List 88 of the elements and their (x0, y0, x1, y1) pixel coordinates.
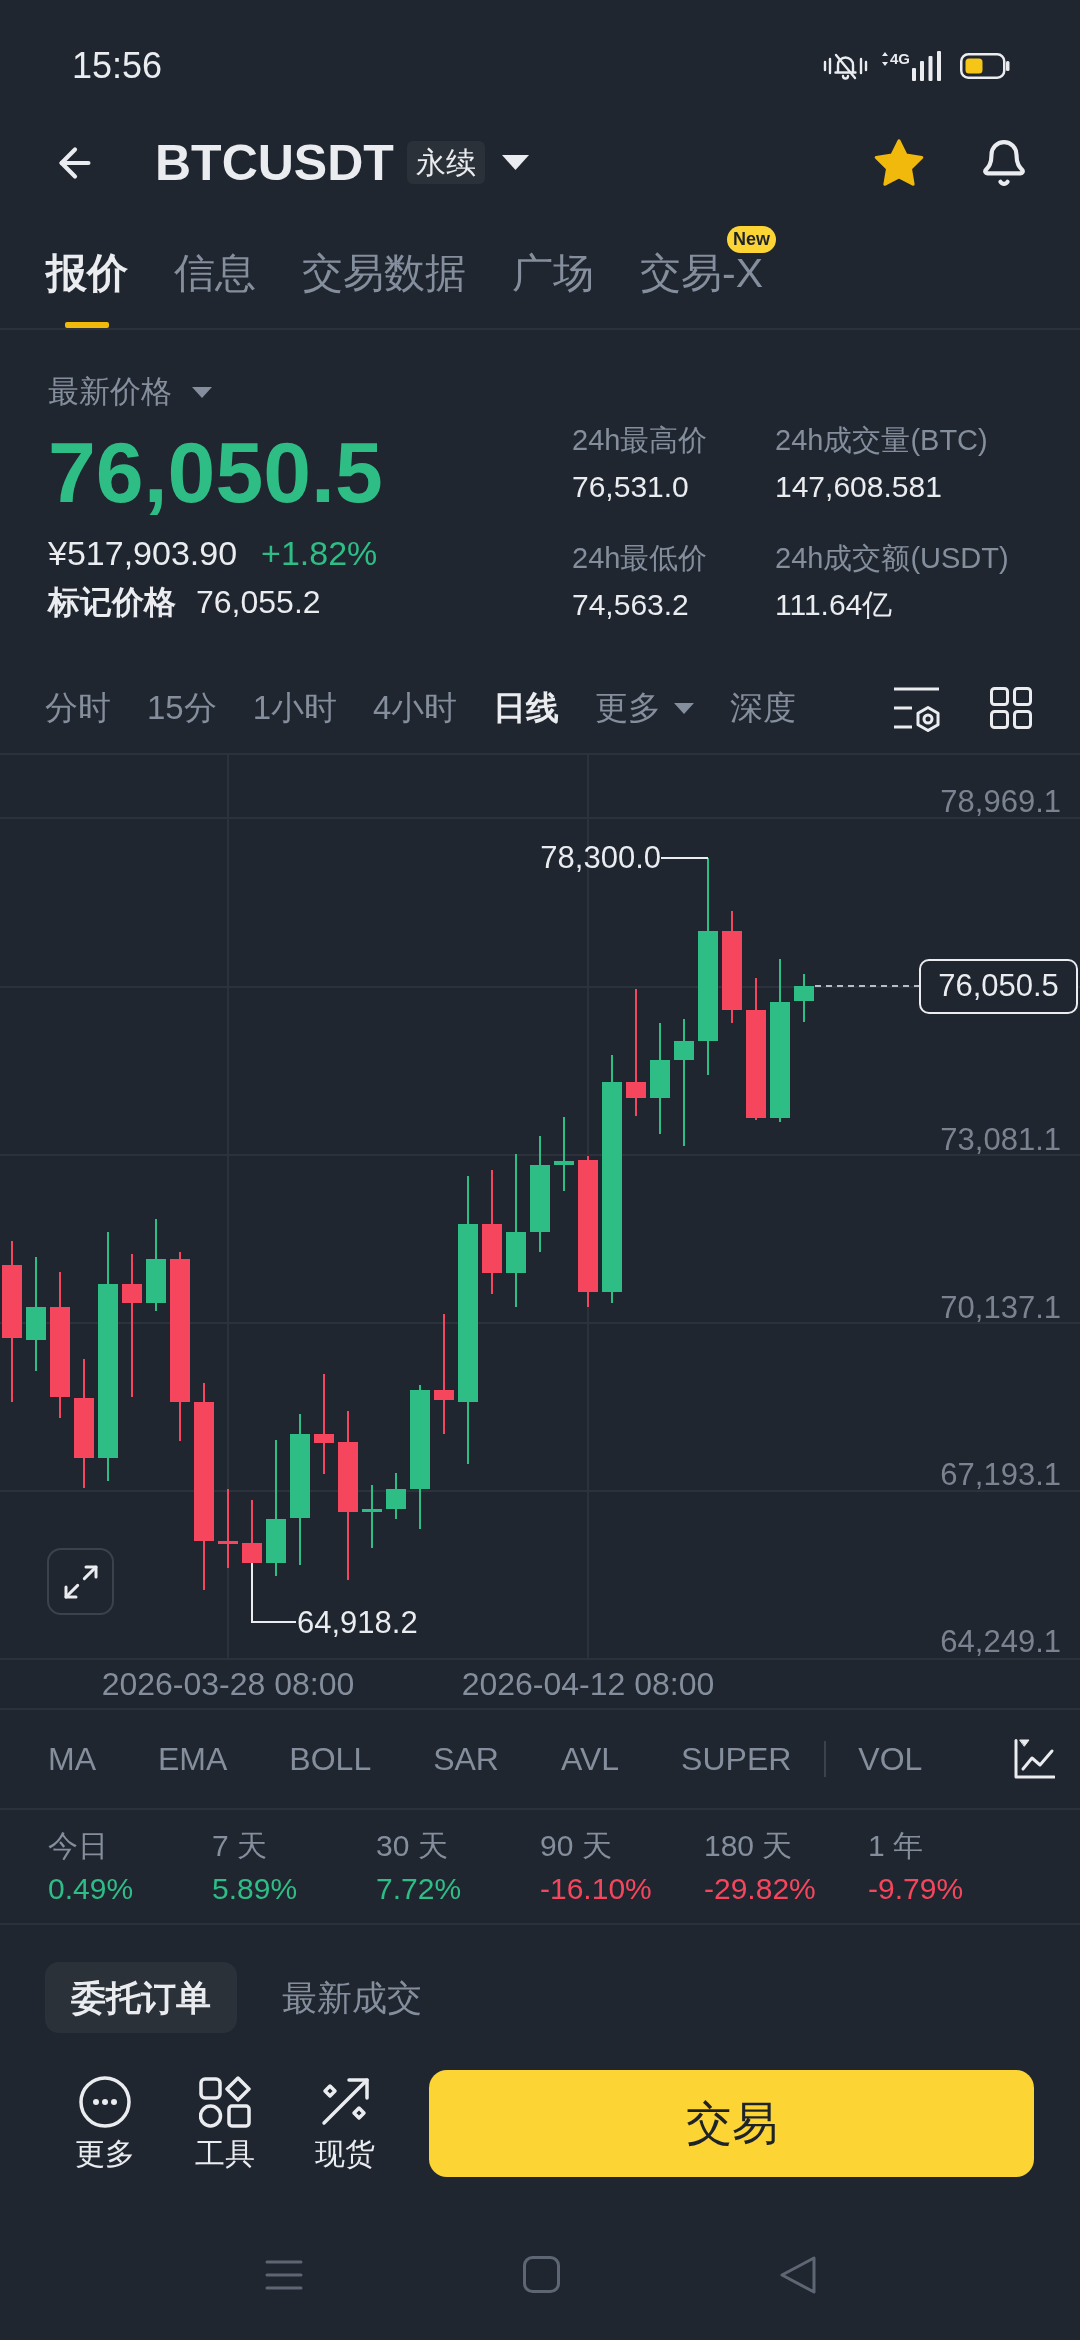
period-label: 30 天 (376, 1828, 448, 1864)
caret-down-icon (674, 702, 695, 714)
indicator-option[interactable]: VOL (858, 1739, 923, 1779)
stat-label: 24h最低价 (572, 541, 709, 576)
mark-price-label: 标记价格 (48, 583, 176, 622)
price-axis-label: 64,249.1 (940, 1624, 1061, 1660)
date-axis-label: 2026-04-12 08:00 (461, 1665, 715, 1704)
back-icon[interactable] (779, 2255, 816, 2294)
last-price-tag: 76,050.5 (919, 959, 1078, 1014)
action-button[interactable]: 工具 (165, 2075, 285, 2172)
stat-value: 147,608.581 (775, 469, 943, 505)
caret-down-icon[interactable] (501, 155, 529, 170)
indicator-option[interactable]: EMA (158, 1739, 228, 1779)
indicator-option[interactable]: AVL (560, 1739, 620, 1779)
high-price-label: 78,300.0 (540, 840, 661, 876)
tab[interactable]: 广场 (512, 245, 594, 301)
candle (242, 1500, 262, 1563)
grid-icon[interactable] (990, 687, 1032, 729)
low-price-leader (251, 1562, 297, 1623)
status-time: 15:56 (72, 45, 163, 86)
indicator-option[interactable]: SUPER (681, 1739, 792, 1779)
candle (362, 1485, 382, 1548)
period-label: 1 年 (868, 1828, 924, 1864)
action-button[interactable]: 更多 (45, 2075, 165, 2172)
order-tab[interactable]: 委托订单 (45, 1962, 237, 2033)
diagonal-arrow-icon (319, 2075, 371, 2128)
period-label: 今日 (48, 1828, 108, 1864)
period-change: 7.72% (376, 1871, 462, 1907)
indicator-option[interactable]: BOLL (289, 1739, 372, 1779)
interval-menu[interactable]: 更多 (595, 686, 695, 730)
stat-value: 74,563.2 (572, 587, 690, 623)
signal-icon (912, 50, 941, 81)
trade-button[interactable]: 交易 (429, 2070, 1034, 2177)
order-tab[interactable]: 最新成交 (256, 1962, 448, 2033)
low-price-label: 64,918.2 (297, 1605, 418, 1641)
data-arrows-icon (882, 51, 888, 66)
price-axis-label: 70,137.1 (940, 1290, 1061, 1326)
tab[interactable]: 交易数据 (302, 245, 466, 301)
mark-price: 76,055.2 (196, 583, 321, 622)
price-axis-label: 67,193.1 (940, 1457, 1061, 1493)
stat-label: 24h最高价 (572, 423, 709, 458)
candle (794, 974, 814, 1022)
cny-price: ¥517,903.90 (48, 533, 238, 574)
stat-value: 76,531.0 (572, 469, 690, 505)
pair-symbol[interactable]: BTCUSDT (155, 134, 394, 191)
line-chart-icon[interactable] (1014, 1739, 1055, 1779)
interval-tab[interactable]: 分时 (45, 686, 111, 730)
interval-tab[interactable]: 日线 (493, 686, 560, 730)
stat-label: 24h成交量(BTC) (775, 423, 989, 458)
indicator-option[interactable]: MA (48, 1739, 96, 1779)
indicator-option[interactable]: SAR (433, 1739, 499, 1779)
period-label: 7 天 (212, 1828, 268, 1864)
period-label: 180 天 (704, 1828, 793, 1864)
tab-badge: New (727, 226, 776, 253)
high-price-leader (660, 857, 709, 859)
period-change: -29.82% (704, 1871, 816, 1907)
date-axis-label: 2026-03-28 08:00 (101, 1665, 355, 1704)
period-label: 90 天 (540, 1828, 612, 1864)
period-change: -9.79% (868, 1871, 964, 1907)
stat-value: 111.64亿 (775, 587, 894, 623)
interval-tab[interactable]: 1小时 (252, 686, 338, 730)
last-price: 76,050.5 (48, 423, 383, 522)
interval-tab[interactable]: 4小时 (373, 686, 458, 730)
action-button[interactable]: 现货 (285, 2075, 405, 2172)
price-change: +1.82% (261, 533, 378, 574)
period-change: 5.89% (212, 1871, 298, 1907)
price-axis-label: 73,081.1 (940, 1122, 1061, 1158)
interval-tab[interactable]: 15分 (147, 686, 217, 730)
stat-label: 24h成交额(USDT) (775, 541, 1010, 576)
square-icon[interactable] (522, 2256, 560, 2293)
shapes-icon (199, 2075, 251, 2128)
price-axis-label: 78,969.1 (940, 784, 1061, 820)
battery-icon (960, 52, 1010, 79)
period-change: -16.10% (540, 1871, 652, 1907)
price-type-dropdown[interactable]: 最新价格 (48, 370, 212, 414)
tab[interactable]: 报价 (46, 245, 128, 301)
menu-icon[interactable] (264, 2259, 303, 2290)
ellipsis-circle-icon (79, 2075, 131, 2128)
period-change: 0.49% (48, 1871, 134, 1907)
candle (386, 1473, 406, 1519)
tab[interactable]: 信息 (174, 245, 256, 301)
network-type: 4G (890, 50, 910, 66)
expand-button[interactable] (47, 1548, 114, 1615)
caret-down-icon (192, 386, 212, 398)
star-icon[interactable] (874, 137, 924, 188)
interval-tab[interactable]: 深度 (730, 686, 797, 730)
tab-indicator (65, 322, 109, 328)
contract-tag: 永续 (406, 141, 485, 184)
